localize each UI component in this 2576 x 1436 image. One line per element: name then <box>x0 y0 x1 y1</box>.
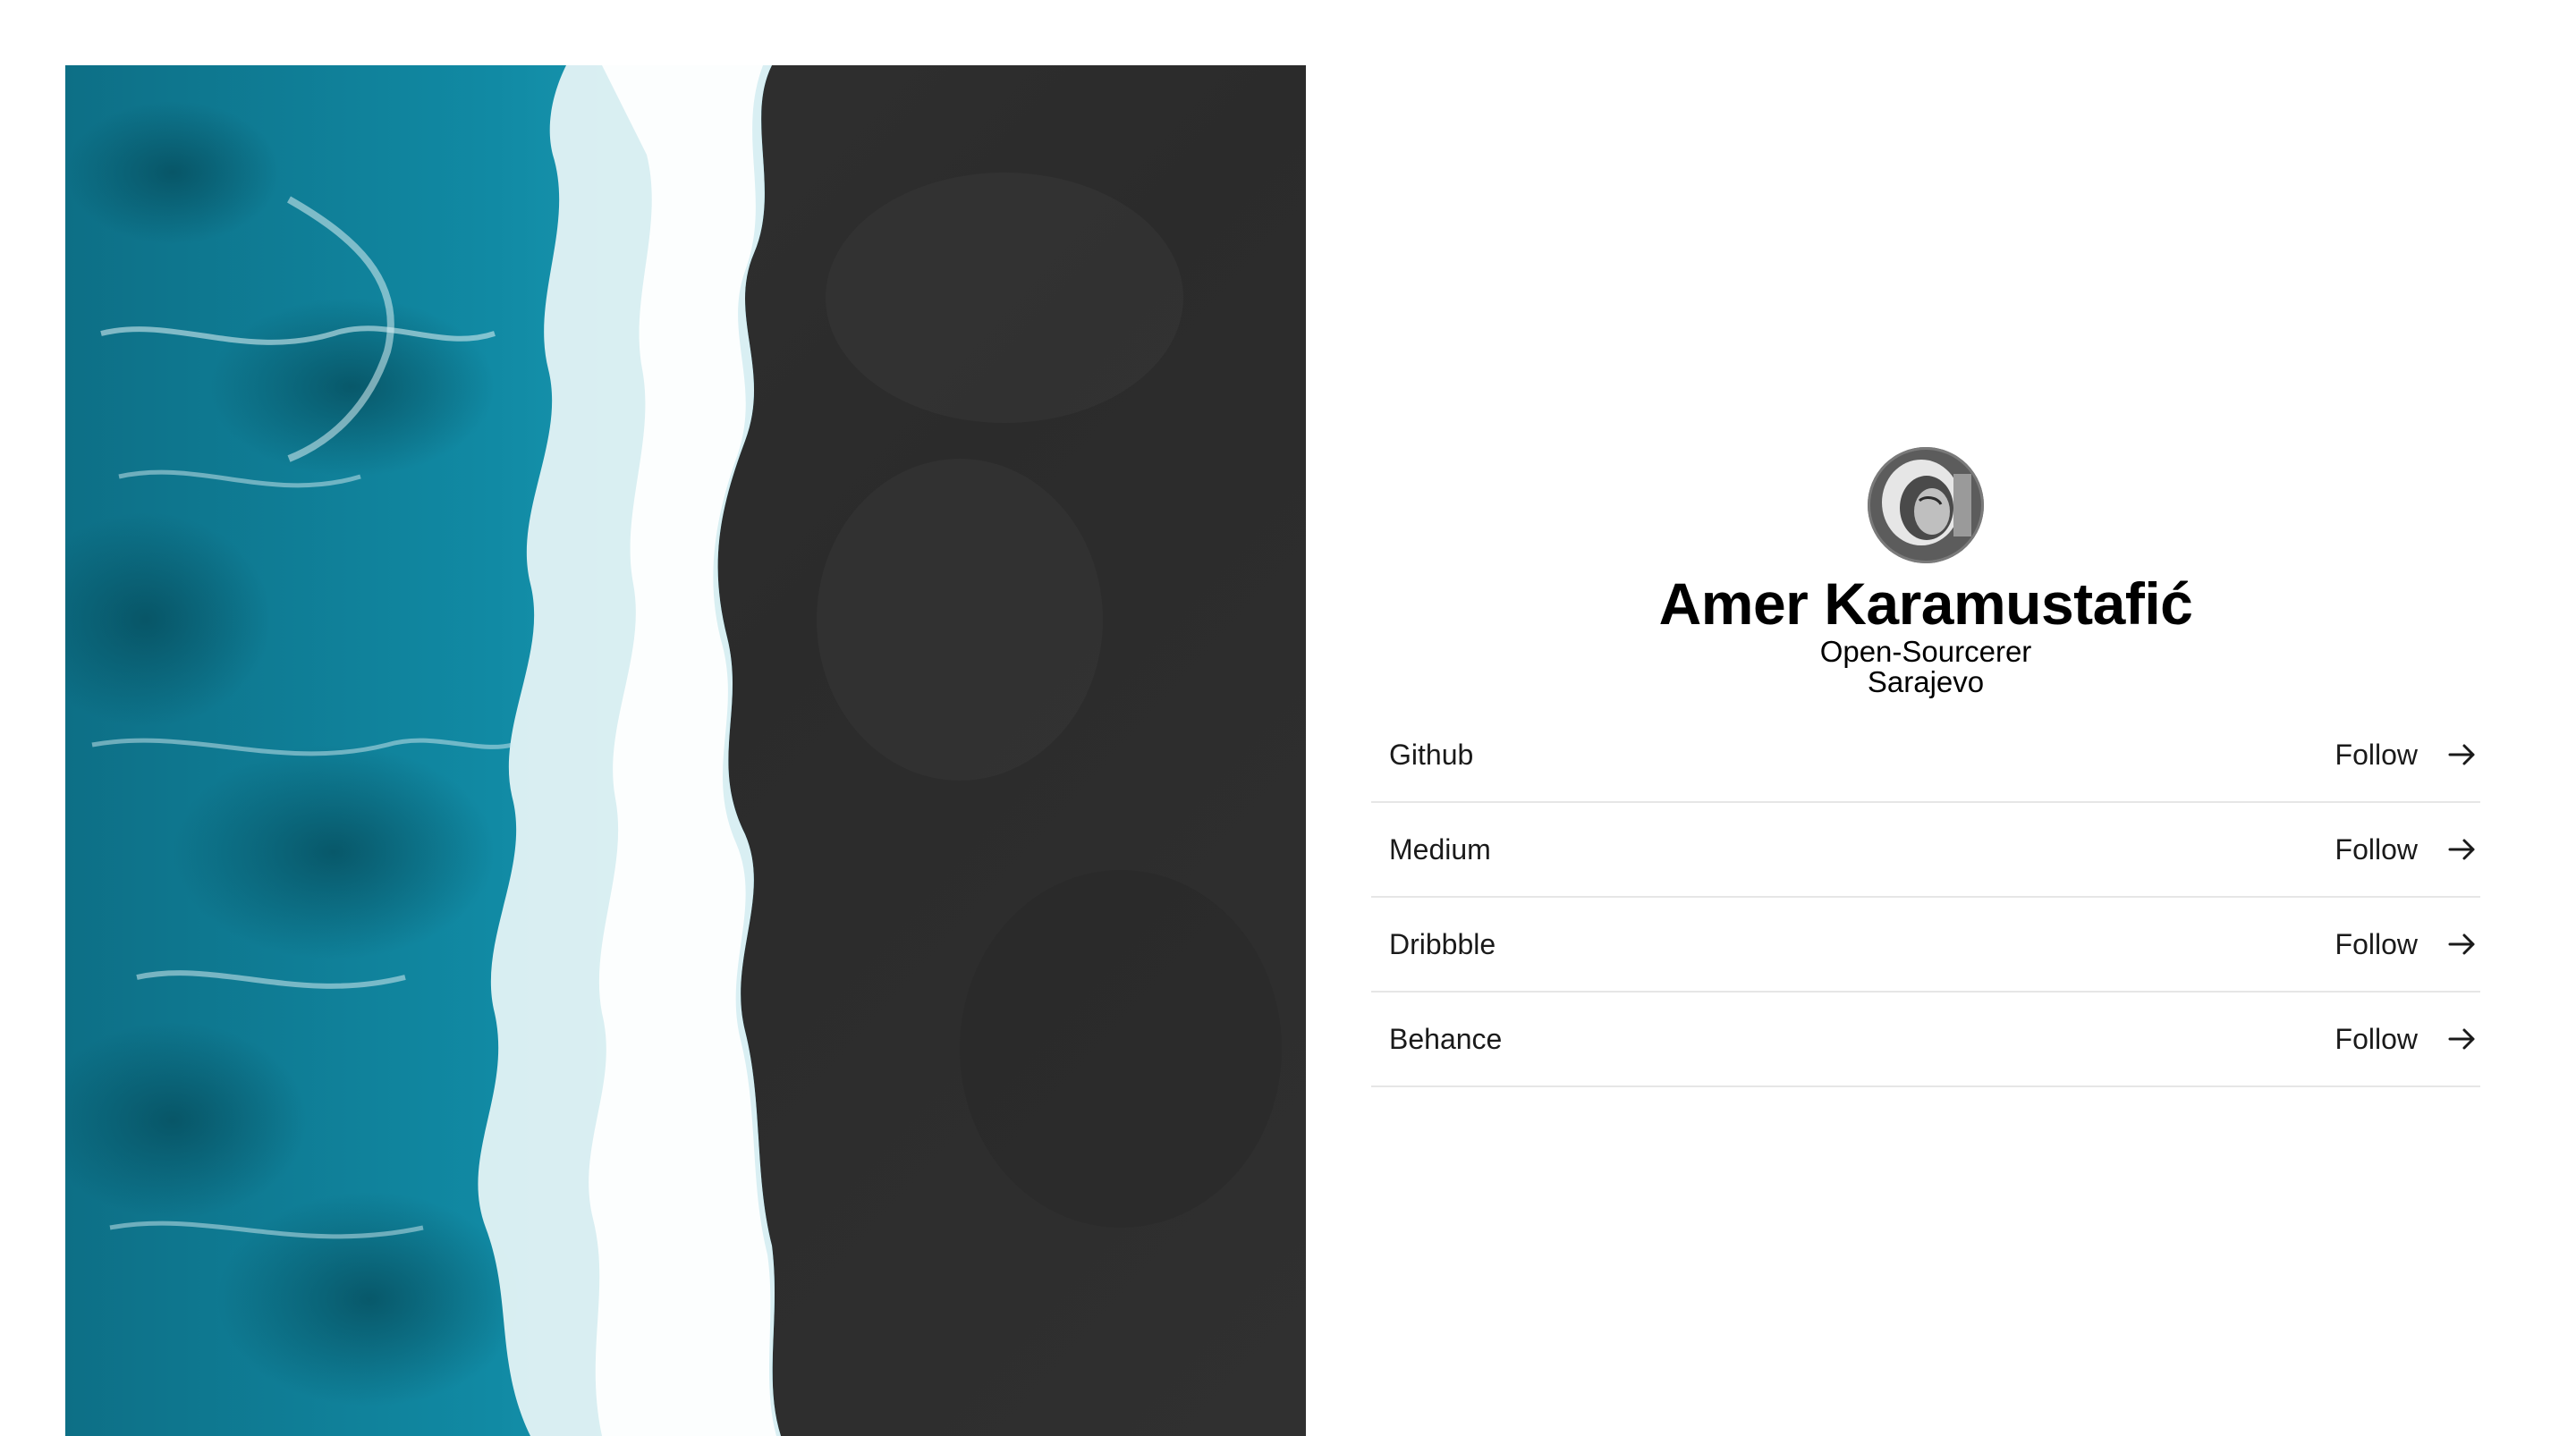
arrow-right-icon <box>2445 1021 2480 1057</box>
arrow-right-icon <box>2445 832 2480 867</box>
link-row-github[interactable]: Github Follow <box>1371 708 2480 803</box>
social-links-list: Github Follow Medium Follow Dribbble Fol… <box>1371 708 2480 1087</box>
profile-location: Sarajevo <box>1867 665 1985 698</box>
avatar <box>1868 447 1984 563</box>
astronaut-portrait-icon <box>1868 447 1984 563</box>
link-row-medium[interactable]: Medium Follow <box>1371 803 2480 898</box>
follow-label: Follow <box>2334 832 2418 866</box>
follow-label: Follow <box>2334 927 2418 960</box>
follow-action[interactable]: Follow <box>2335 832 2480 867</box>
profile-panel: Amer Karamustafić Open-Sourcerer Sarajev… <box>1371 447 2480 1087</box>
profile-name: Amer Karamustafić <box>1658 570 2193 637</box>
profile-role: Open-Sourcerer <box>1819 635 2032 668</box>
link-label: Behance <box>1389 1022 1503 1055</box>
link-row-dribbble[interactable]: Dribbble Follow <box>1371 898 2480 993</box>
link-label: Github <box>1389 738 1474 771</box>
follow-action[interactable]: Follow <box>2335 737 2480 773</box>
arrow-right-icon <box>2445 737 2480 773</box>
follow-action[interactable]: Follow <box>2335 1021 2480 1057</box>
page: Amer Karamustafić Open-Sourcerer Sarajev… <box>0 0 2576 1436</box>
link-row-behance[interactable]: Behance Follow <box>1371 993 2480 1087</box>
link-label: Dribbble <box>1389 927 1496 960</box>
follow-action[interactable]: Follow <box>2335 926 2480 962</box>
follow-label: Follow <box>2334 1022 2418 1055</box>
arrow-right-icon <box>2445 926 2480 962</box>
ocean-shore-illustration <box>65 65 1306 1436</box>
hero-image <box>65 65 1306 1436</box>
link-label: Medium <box>1389 832 1491 866</box>
follow-label: Follow <box>2334 738 2418 771</box>
profile-header: Amer Karamustafić Open-Sourcerer Sarajev… <box>1371 447 2480 697</box>
